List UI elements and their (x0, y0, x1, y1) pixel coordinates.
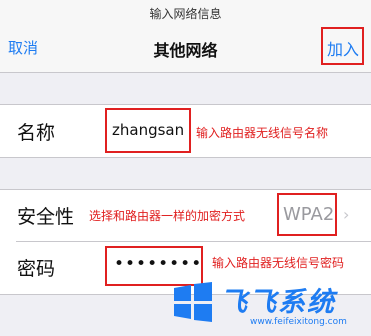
windows-logo-icon (174, 282, 212, 322)
password-annotation: 输入路由器无线信号密码 (212, 256, 345, 270)
row-divider (16, 241, 371, 242)
join-highlight-box (321, 27, 364, 65)
name-highlight-box (105, 108, 191, 153)
security-highlight-box (277, 193, 337, 236)
navigation-bar: 输入网络信息 取消 其他网络 加入 (0, 0, 371, 73)
watermark-brand: 飞飞系统 (220, 287, 336, 318)
network-info-prompt: 输入网络信息 (149, 7, 222, 21)
watermark-url: www.feifeixitong.com (250, 317, 347, 327)
page-title: 其他网络 (153, 41, 218, 60)
security-label: 安全性 (17, 206, 75, 228)
name-annotation: 输入路由器无线信号名称 (196, 126, 329, 140)
password-label: 密码 (17, 258, 56, 280)
chevron-right-icon[interactable]: › (343, 205, 349, 224)
name-label: 名称 (17, 122, 56, 144)
watermark: 飞飞系统 www.feifeixitong.com (172, 272, 368, 334)
security-annotation: 选择和路由器一样的加密方式 (89, 209, 246, 223)
